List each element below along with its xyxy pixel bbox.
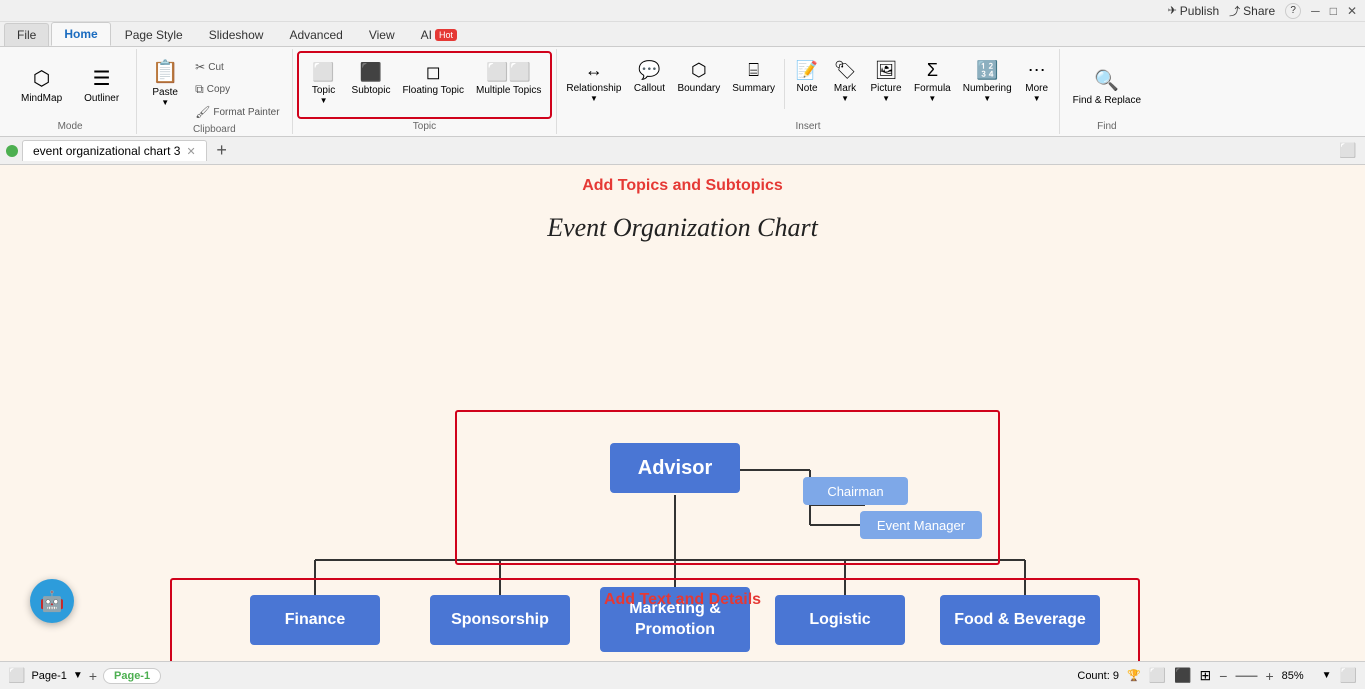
floating-topic-button[interactable]: ◻ Floating Topic — [397, 57, 469, 102]
add-topics-hint: Add Topics and Subtopics — [582, 177, 783, 195]
ribbon-topic-group: ⬜ Topic ▼ ⬛ Subtopic ◻ Floating Topic ⬜⬜… — [293, 49, 558, 134]
ribbon-insert-group: ↔ Relationship ▼ 💬 Callout ⬡ Boundary ⌸ … — [557, 49, 1059, 134]
doc-tab[interactable]: event organizational chart 3 ✕ — [22, 140, 207, 161]
zoom-dropdown[interactable]: ▼ — [1322, 670, 1332, 681]
count-label: Count: 9 — [1077, 670, 1119, 682]
note-button[interactable]: 📝 Note — [789, 55, 825, 99]
chart-title: Event Organization Chart — [547, 213, 818, 243]
clipboard-group-label: Clipboard — [193, 124, 236, 135]
multiple-topics-button[interactable]: ⬜⬜ Multiple Topics — [471, 57, 546, 102]
publish-button[interactable]: ✈ Publish — [1168, 4, 1220, 18]
outliner-button[interactable]: ☰ Outliner — [75, 61, 128, 109]
ribbon-find-group: 🔍 Find & Replace Find — [1060, 49, 1154, 134]
picture-button[interactable]: 🖼 Picture ▼ — [865, 55, 907, 108]
share-button[interactable]: ⤴ Share — [1229, 3, 1275, 19]
node-chairman[interactable]: Chairman — [803, 477, 908, 505]
zoom-out-button[interactable]: − — [1219, 668, 1227, 684]
cut-button[interactable]: ✂ Cut — [189, 57, 285, 77]
hot-badge: Hot — [435, 29, 457, 41]
mode-group-label: Mode — [58, 121, 83, 132]
ai-icon: 🤖 — [40, 589, 65, 614]
tab-file[interactable]: File — [4, 23, 49, 46]
subtopic-button[interactable]: ⬛ Subtopic — [347, 57, 396, 101]
callout-button[interactable]: 💬 Callout — [628, 55, 670, 99]
page-dropdown-button[interactable]: ▼ — [73, 670, 83, 681]
maximize-canvas-button[interactable]: ⬜ — [1337, 140, 1359, 162]
zoom-bar: —— — [1235, 670, 1257, 682]
minimize-button[interactable]: ─ — [1311, 4, 1320, 18]
ribbon-mode-group: ⬡ MindMap ☰ Outliner Mode — [4, 49, 137, 134]
tab-page-style[interactable]: Page Style — [113, 24, 195, 46]
ai-assistant-button[interactable]: 🤖 — [30, 579, 74, 623]
page-label: Page-1 — [31, 670, 66, 682]
status-layout-icon[interactable]: ⬜ — [8, 667, 25, 684]
tab-advanced[interactable]: Advanced — [277, 24, 354, 46]
more-button[interactable]: ⋯ More ▼ — [1019, 55, 1055, 108]
canvas-area: Add Topics and Subtopics Event Organizat… — [0, 165, 1365, 661]
node-food-beverage[interactable]: Food & Beverage — [940, 595, 1100, 645]
add-page-button[interactable]: + — [89, 668, 97, 684]
view-icon-1[interactable]: ⬜ — [1149, 667, 1166, 684]
mark-button[interactable]: 🏷 Mark ▼ — [827, 55, 863, 108]
boundary-button[interactable]: ⬡ Boundary — [672, 55, 725, 99]
mindmap-button[interactable]: ⬡ MindMap — [12, 61, 71, 109]
fit-icon[interactable]: ⊞ — [1200, 667, 1212, 684]
help-button[interactable]: ? — [1285, 3, 1301, 19]
count-icon: 🏆 — [1127, 669, 1141, 682]
node-event-manager[interactable]: Event Manager — [860, 511, 982, 539]
node-logistic[interactable]: Logistic — [775, 595, 905, 645]
numbering-button[interactable]: 🔢 Numbering ▼ — [958, 55, 1017, 108]
doc-tab-close[interactable]: ✕ — [186, 145, 195, 158]
zoom-level: 85% — [1282, 670, 1314, 682]
tab-home[interactable]: Home — [51, 22, 110, 46]
fullscreen-button[interactable]: ⬜ — [1340, 667, 1357, 684]
topic-group-label: Topic — [413, 121, 436, 132]
format-painter-button[interactable]: 🖌 Format Painter — [189, 102, 285, 122]
zoom-in-button[interactable]: + — [1265, 668, 1273, 684]
node-sponsorship[interactable]: Sponsorship — [430, 595, 570, 645]
insert-group-label: Insert — [796, 121, 821, 132]
summary-button[interactable]: ⌸ Summary — [727, 55, 780, 99]
node-finance[interactable]: Finance — [250, 595, 380, 645]
topic-button[interactable]: ⬜ Topic ▼ — [303, 57, 345, 110]
view-icon-2[interactable]: ⬛ — [1174, 667, 1191, 684]
close-button[interactable]: ✕ — [1347, 4, 1357, 18]
find-replace-button[interactable]: 🔍 Find & Replace — [1066, 63, 1148, 112]
tab-ai[interactable]: AI Hot — [409, 24, 469, 46]
tab-slideshow[interactable]: Slideshow — [197, 24, 276, 46]
node-advisor[interactable]: Advisor — [610, 443, 740, 493]
paste-button[interactable]: 📋 Paste ▼ — [143, 53, 187, 113]
relationship-button[interactable]: ↔ Relationship ▼ — [561, 55, 626, 108]
maximize-button[interactable]: □ — [1330, 4, 1337, 18]
copy-button[interactable]: ⧉ Copy — [189, 79, 285, 100]
add-tab-button[interactable]: + — [211, 140, 233, 162]
formula-button[interactable]: Σ Formula ▼ — [909, 55, 956, 108]
status-bar: ⬜ Page-1 ▼ + Page-1 Count: 9 🏆 ⬜ ⬛ ⊞ − —… — [0, 661, 1365, 689]
tab-view[interactable]: View — [357, 24, 407, 46]
add-details-hint: Add Text and Details — [604, 591, 761, 609]
page-pill[interactable]: Page-1 — [103, 668, 161, 684]
green-dot — [6, 145, 18, 157]
find-group-label: Find — [1097, 121, 1116, 132]
ribbon-clipboard-group: 📋 Paste ▼ ✂ Cut ⧉ Copy 🖌 Format Painter — [137, 49, 292, 134]
